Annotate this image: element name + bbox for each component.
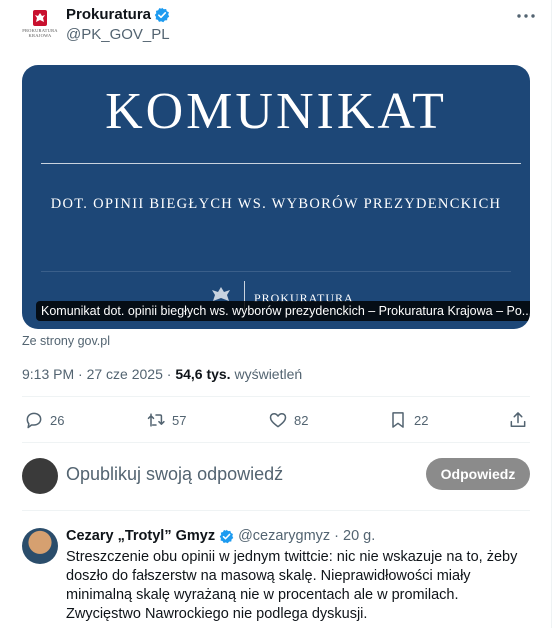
reply-author-handle[interactable]: @cezarygmyz bbox=[238, 528, 330, 544]
reply-header: Cezary „Trotyl” Gmyz @cezarygmyz · 20 g. bbox=[66, 528, 375, 544]
verified-badge-icon bbox=[219, 529, 234, 543]
reply-action[interactable]: 26 bbox=[24, 408, 64, 432]
card-title: KOMUNIKAT bbox=[105, 83, 447, 140]
reply-count: 26 bbox=[50, 412, 65, 428]
repost-action[interactable]: 57 bbox=[146, 408, 186, 432]
eagle-emblem-icon bbox=[33, 10, 47, 26]
card-footer-divider bbox=[41, 271, 511, 272]
share-action[interactable] bbox=[508, 408, 528, 432]
bookmark-icon bbox=[392, 412, 404, 428]
card-subtitle: DOT. OPINII BIEGŁYCH WS. WYBORÓW PREZYDE… bbox=[50, 196, 502, 212]
reply-input[interactable]: Opublikuj swoją odpowiedź bbox=[66, 464, 283, 485]
reply-composer: Opublikuj swoją odpowiedź Odpowiedz bbox=[22, 456, 530, 496]
like-action[interactable]: 82 bbox=[268, 408, 308, 432]
repost-count: 57 bbox=[172, 412, 187, 428]
action-bar: 26 57 82 22 bbox=[22, 408, 530, 432]
bookmark-count: 22 bbox=[414, 412, 429, 428]
reply-button[interactable]: Odpowiedz bbox=[426, 458, 530, 490]
tweet-meta: 9:13 PM · 27 cze 2025 · 54,6 tys. wyświe… bbox=[22, 366, 302, 382]
verified-badge-icon bbox=[154, 7, 170, 23]
author-display-name: Prokuratura bbox=[66, 6, 152, 23]
share-icon bbox=[510, 412, 526, 427]
card-source[interactable]: Ze strony gov.pl bbox=[22, 334, 110, 348]
card-divider bbox=[41, 163, 521, 164]
tweet-detail: PROKURATURA KRAJOWA Prokuratura @PK_GOV_… bbox=[0, 0, 552, 628]
author-handle[interactable]: @PK_GOV_PL bbox=[66, 25, 170, 45]
author-name[interactable]: Prokuratura bbox=[66, 6, 170, 24]
reply-icon bbox=[26, 412, 42, 429]
user-avatar[interactable] bbox=[22, 458, 58, 494]
views-label: wyświetleń bbox=[230, 366, 303, 382]
reply-author-avatar[interactable] bbox=[22, 528, 58, 564]
views-count: 54,6 tys. bbox=[175, 366, 231, 382]
tweet-header: PROKURATURA KRAJOWA Prokuratura @PK_GOV_… bbox=[20, 4, 540, 48]
link-card[interactable]: KOMUNIKAT DOT. OPINII BIEGŁYCH WS. WYBOR… bbox=[22, 65, 530, 329]
separator bbox=[22, 510, 530, 511]
repost-icon bbox=[147, 413, 165, 427]
separator bbox=[22, 442, 530, 443]
tweet-timestamp[interactable]: 9:13 PM · 27 cze 2025 · bbox=[22, 366, 175, 382]
author-info: Prokuratura @PK_GOV_PL bbox=[66, 6, 170, 45]
author-avatar[interactable]: PROKURATURA KRAJOWA bbox=[20, 4, 60, 44]
more-options-icon[interactable] bbox=[516, 6, 536, 26]
card-caption: Komunikat dot. opinii biegłych ws. wybor… bbox=[36, 301, 530, 321]
avatar-org-text: PROKURATURA KRAJOWA bbox=[22, 28, 58, 38]
separator bbox=[22, 396, 530, 397]
like-count: 82 bbox=[294, 412, 309, 428]
bookmark-action[interactable]: 22 bbox=[388, 408, 428, 432]
reply-author-name[interactable]: Cezary „Trotyl” Gmyz bbox=[66, 528, 215, 544]
reply-time[interactable]: · 20 g. bbox=[334, 528, 375, 544]
heart-icon bbox=[269, 413, 287, 428]
reply-text: Streszczenie obu opinii w jednym twittci… bbox=[66, 549, 518, 622]
